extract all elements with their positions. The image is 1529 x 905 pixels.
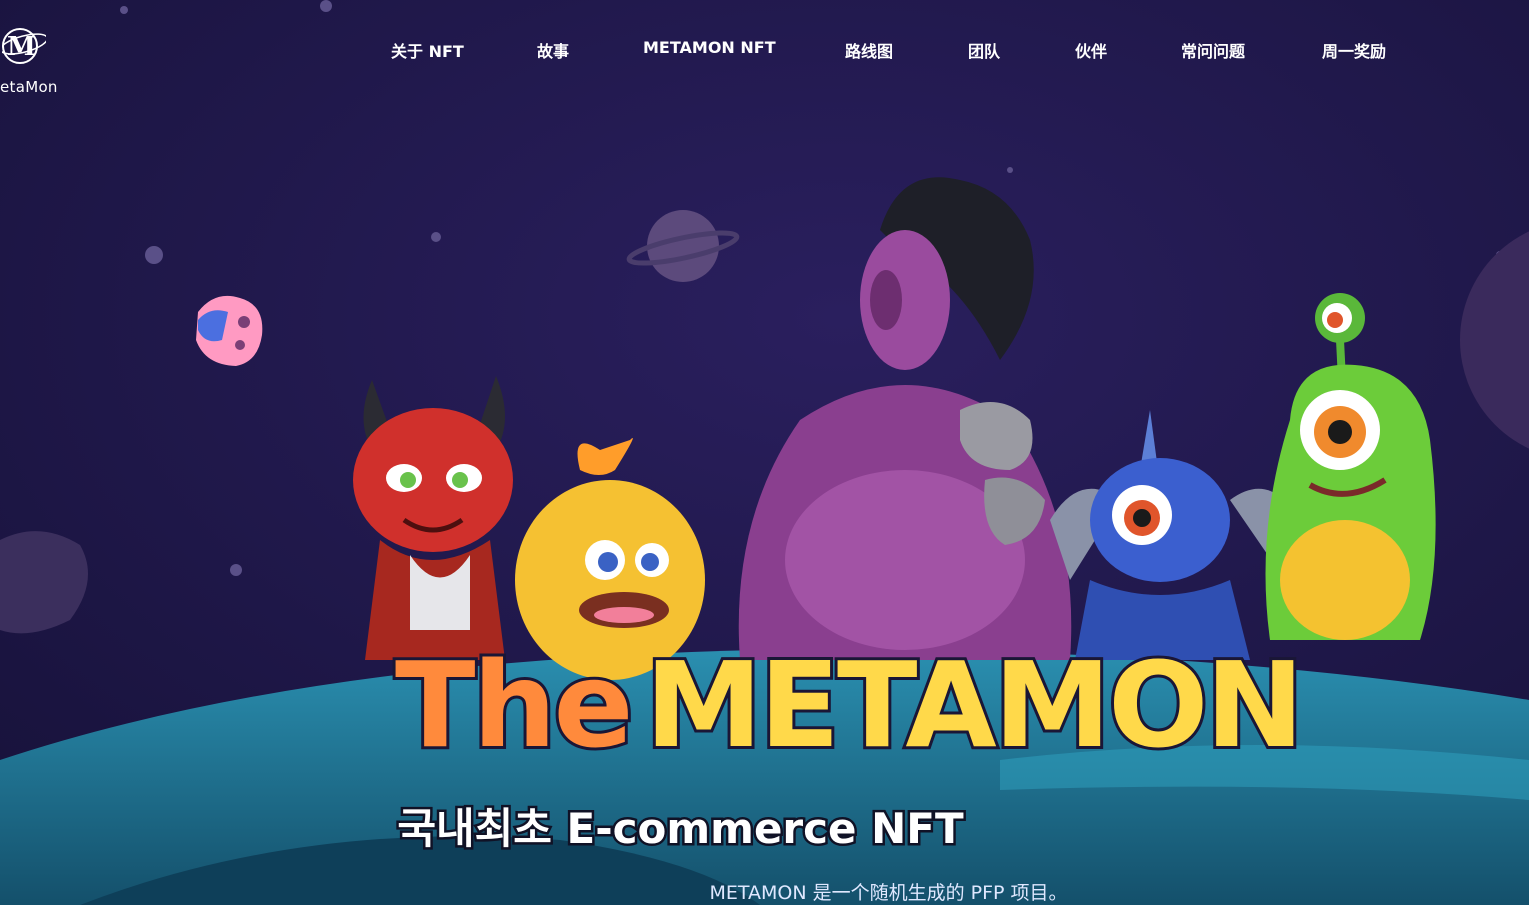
logo-text: etaMon (0, 78, 58, 96)
nav-monday-reward[interactable]: 周一奖励 (1322, 38, 1386, 62)
red-devil-character (353, 376, 513, 660)
nav-story[interactable]: 故事 (537, 38, 569, 62)
logo-letter: M (7, 32, 36, 62)
hero-title-metamon: METAMON (642, 636, 1307, 774)
nav-team[interactable]: 团队 (968, 38, 1000, 62)
nav-about-nft[interactable]: 关于 NFT (391, 38, 464, 62)
nav-metamon-nft[interactable]: METAMON NFT (643, 38, 776, 62)
nav-roadmap[interactable]: 路线图 (845, 38, 893, 62)
logo-m-icon: M (2, 28, 46, 64)
nav-partners[interactable]: 伙伴 (1075, 38, 1107, 62)
hero-description-text: METAMON 是一个随机生成的 PFP 项目。 (709, 882, 1068, 904)
nav-faq[interactable]: 常问问题 (1181, 38, 1245, 62)
hero-subtitle: 국내최초 E-commerce NFT (0, 795, 1529, 856)
hero-title: The METAMON (392, 636, 1405, 774)
hero-title-the: The (392, 636, 637, 774)
metamon-logo[interactable]: M etaMon (0, 14, 90, 96)
top-navbar: M etaMon 关于 NFT 故事 METAMON NFT 路线图 团队 伙伴… (0, 0, 1529, 100)
hero-description: METAMON 是一个随机生成的 PFP 项目。 (0, 878, 1529, 905)
hero-subtitle-text: 국내최초 E-commerce NFT (395, 802, 966, 856)
